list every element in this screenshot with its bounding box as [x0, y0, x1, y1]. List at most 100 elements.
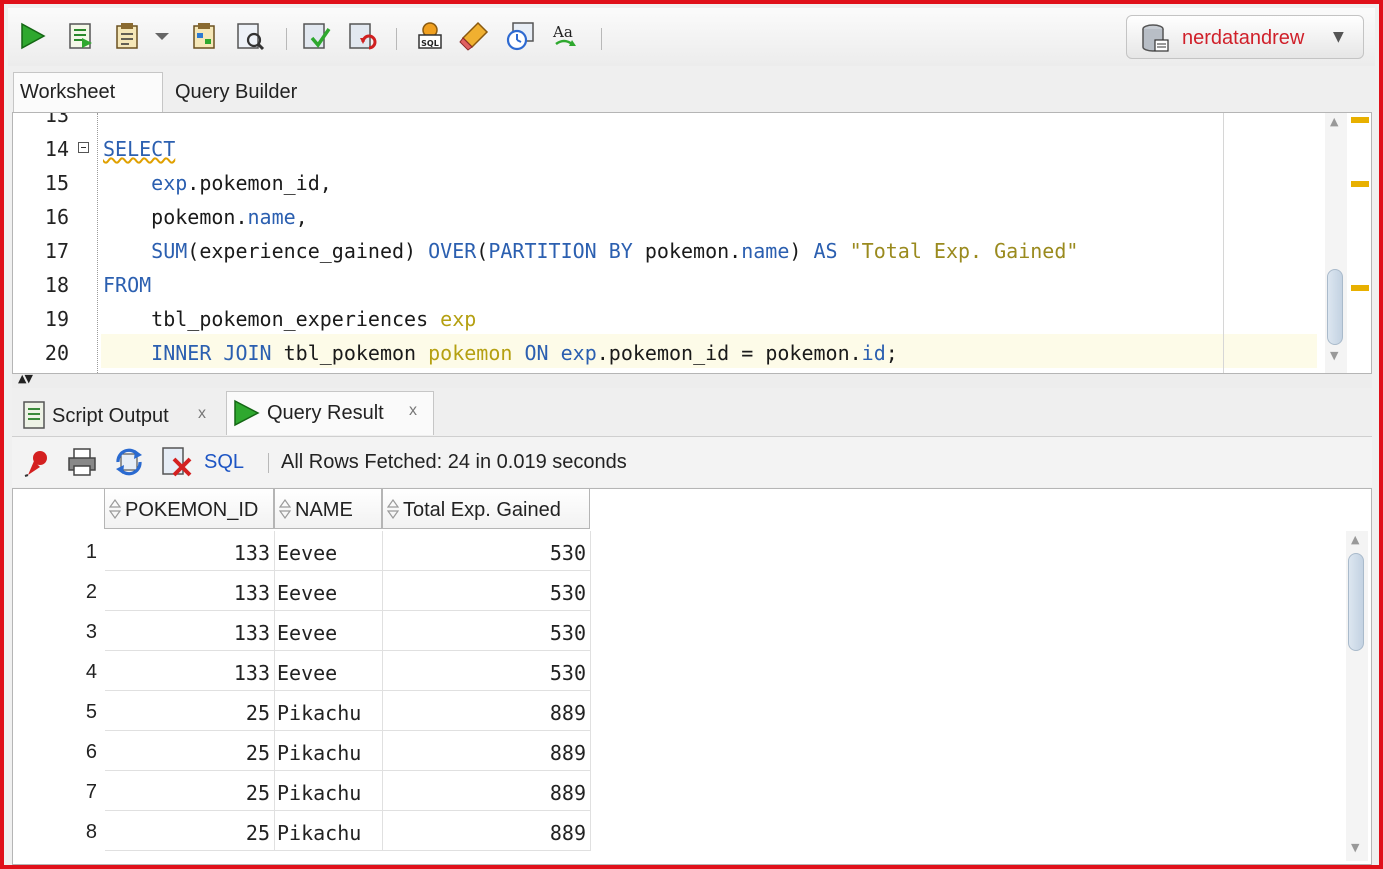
svg-text:Aa: Aa [552, 23, 573, 41]
connection-selector[interactable]: nerdatandrew ▼ [1126, 15, 1364, 59]
column-header-pokemon-id[interactable]: POKEMON_ID [104, 489, 274, 529]
close-icon[interactable]: x [409, 402, 417, 420]
cell-pokemon-id[interactable]: 133 [105, 651, 275, 691]
tab-query-result[interactable]: Query Result x [226, 391, 434, 435]
pane-splitter[interactable]: ▲▼ [12, 372, 1372, 388]
scrollbar-thumb[interactable] [1327, 269, 1343, 345]
table-row[interactable]: 8 25 Pikachu 889 [13, 811, 1343, 851]
line-number: 17 [44, 239, 69, 263]
table-row[interactable]: 6 25 Pikachu 889 [13, 731, 1343, 771]
close-icon[interactable]: x [198, 405, 206, 423]
gutter-divider [97, 113, 98, 373]
fold-toggle-icon[interactable] [78, 142, 89, 153]
cell-pokemon-id[interactable]: 133 [105, 571, 275, 611]
commit-icon[interactable] [300, 20, 332, 52]
sort-icon[interactable] [109, 499, 121, 519]
cell-total-exp[interactable]: 530 [383, 651, 591, 691]
cell-total-exp[interactable]: 889 [383, 731, 591, 771]
table-row[interactable]: 2 133 Eevee 530 [13, 571, 1343, 611]
tab-worksheet[interactable]: Worksheet [13, 72, 163, 112]
case-toggle-icon[interactable]: Aa [550, 20, 582, 52]
svg-text:SQL: SQL [421, 39, 439, 48]
code-line-16: pokemon.name, [103, 205, 308, 229]
cell-pokemon-id[interactable]: 133 [105, 531, 275, 571]
pin-icon[interactable] [22, 447, 52, 477]
table-row[interactable]: 4 133 Eevee 530 [13, 651, 1343, 691]
tab-query-builder[interactable]: Query Builder [175, 81, 297, 104]
cell-total-exp[interactable]: 889 [383, 691, 591, 731]
cancel-icon[interactable] [160, 445, 194, 479]
right-margin-line [1223, 113, 1224, 373]
script-output-icon [23, 401, 45, 429]
sql-tuning-icon[interactable] [234, 20, 266, 52]
cell-name[interactable]: Pikachu [275, 731, 383, 771]
cell-name[interactable]: Eevee [275, 611, 383, 651]
toolbar-separator [286, 28, 287, 50]
grid-scrollbar[interactable]: ▲ ▼ [1346, 531, 1368, 861]
cell-total-exp[interactable]: 889 [383, 771, 591, 811]
print-icon[interactable] [66, 447, 98, 477]
cell-pokemon-id[interactable]: 25 [105, 691, 275, 731]
autotrace-icon[interactable] [112, 20, 144, 52]
explain-plan-icon[interactable] [188, 20, 220, 52]
sql-history-icon[interactable]: SQL [414, 20, 446, 52]
row-number: 3 [85, 621, 97, 643]
cell-pokemon-id[interactable]: 25 [105, 811, 275, 851]
scroll-up-icon[interactable]: ▲ [1330, 115, 1338, 128]
output-tabs: Script Output x Query Result x [12, 388, 1372, 437]
clear-icon[interactable] [458, 20, 490, 52]
sql-tuning-advisor-icon[interactable] [504, 20, 536, 52]
fetch-status: All Rows Fetched: 24 in 0.019 seconds [281, 451, 627, 473]
sql-editor[interactable]: 13 14 15 16 17 18 19 20 SELECT exp.pokem… [12, 112, 1372, 374]
cell-name[interactable]: Eevee [275, 531, 383, 571]
cell-total-exp[interactable]: 889 [383, 811, 591, 851]
cell-name[interactable]: Pikachu [275, 811, 383, 851]
result-grid[interactable]: POKEMON_ID NAME Total Exp. Gained 1 133 … [12, 488, 1372, 865]
scrollbar-thumb[interactable] [1348, 553, 1364, 651]
connection-name: nerdatandrew [1182, 27, 1305, 49]
chevron-down-icon[interactable]: ▼ [1333, 29, 1344, 45]
table-row[interactable]: 5 25 Pikachu 889 [13, 691, 1343, 731]
toolbar-separator [268, 453, 269, 473]
cell-name[interactable]: Pikachu [275, 771, 383, 811]
table-row[interactable]: 3 133 Eevee 530 [13, 611, 1343, 651]
run-script-icon[interactable] [64, 20, 96, 52]
tab-script-output[interactable]: Script Output x [18, 394, 218, 434]
cell-name[interactable]: Pikachu [275, 691, 383, 731]
scroll-down-icon[interactable]: ▼ [1330, 349, 1338, 362]
overview-marker[interactable] [1351, 181, 1369, 187]
cell-total-exp[interactable]: 530 [383, 611, 591, 651]
sort-icon[interactable] [387, 499, 399, 519]
splitter-arrows-icon[interactable]: ▲▼ [18, 372, 33, 385]
run-statement-icon[interactable] [16, 20, 48, 52]
cell-name[interactable]: Eevee [275, 651, 383, 691]
code-line-14: SELECT [103, 137, 176, 161]
sql-link[interactable]: SQL [204, 451, 244, 474]
rollback-icon[interactable] [346, 20, 378, 52]
line-number: 15 [44, 171, 69, 195]
overview-marker[interactable] [1351, 285, 1369, 291]
column-label: POKEMON_ID [125, 499, 259, 521]
cell-pokemon-id[interactable]: 25 [105, 771, 275, 811]
worksheet-toolbar: SQL Aa nerdatandrew ▼ [8, 8, 1375, 67]
result-toolbar: SQL All Rows Fetched: 24 in 0.019 second… [12, 437, 1372, 487]
editor-scrollbar[interactable]: ▲ ▼ [1325, 113, 1347, 373]
table-row[interactable]: 7 25 Pikachu 889 [13, 771, 1343, 811]
refresh-icon[interactable] [112, 445, 146, 479]
column-label: Total Exp. Gained [403, 499, 561, 521]
cell-name[interactable]: Eevee [275, 571, 383, 611]
scroll-down-icon[interactable]: ▼ [1351, 841, 1359, 854]
scroll-up-icon[interactable]: ▲ [1351, 533, 1359, 546]
column-header-name[interactable]: NAME [274, 489, 382, 529]
cell-pokemon-id[interactable]: 25 [105, 731, 275, 771]
table-row[interactable]: 1 133 Eevee 530 [13, 531, 1343, 571]
database-icon [1142, 24, 1169, 52]
cell-total-exp[interactable]: 530 [383, 531, 591, 571]
overview-marker[interactable] [1351, 117, 1369, 123]
column-header-total-exp[interactable]: Total Exp. Gained [382, 489, 590, 529]
line-number: 18 [44, 273, 69, 297]
sort-icon[interactable] [279, 499, 291, 519]
dropdown-arrow-icon[interactable] [152, 28, 172, 44]
cell-pokemon-id[interactable]: 133 [105, 611, 275, 651]
cell-total-exp[interactable]: 530 [383, 571, 591, 611]
